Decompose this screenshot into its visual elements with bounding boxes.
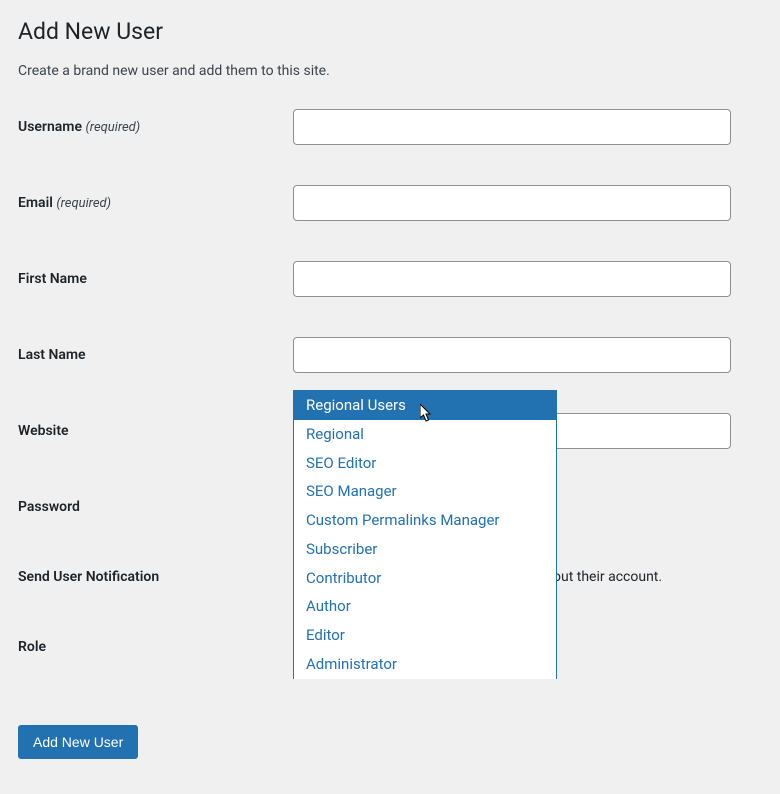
username-row: Username (required) [18,109,762,145]
role-option[interactable]: Custom Permalinks Manager [294,506,556,535]
first-name-input[interactable] [293,261,731,297]
email-required: (required) [56,196,111,211]
role-option[interactable]: SEO Editor [294,449,556,478]
email-label-text: Email [18,195,53,211]
add-new-user-button[interactable]: Add New User [18,725,138,759]
password-label: Password [18,499,293,515]
role-option[interactable]: Author [294,592,556,621]
role-label: Role [18,639,293,655]
notification-trailing-text: out their account. [553,569,662,585]
role-option[interactable]: Regional [294,420,556,449]
last-name-label: Last Name [18,347,293,363]
last-name-row: Last Name [18,337,762,373]
username-label: Username (required) [18,119,293,135]
notification-label: Send User Notification [18,569,293,585]
role-option[interactable]: SEO Manager [294,477,556,506]
page-title: Add New User [18,18,762,45]
first-name-label: First Name [18,271,293,287]
page-subtitle: Create a brand new user and add them to … [18,63,762,79]
email-label: Email (required) [18,195,293,211]
email-row: Email (required) [18,185,762,221]
username-input[interactable] [293,109,731,145]
website-label: Website [18,423,293,439]
role-dropdown[interactable]: Regional UsersRegionalSEO EditorSEO Mana… [293,390,557,679]
email-input[interactable] [293,185,731,221]
role-option[interactable]: Contributor [294,564,556,593]
username-label-text: Username [18,119,82,135]
first-name-row: First Name [18,261,762,297]
role-option[interactable]: Administrator [294,650,556,679]
last-name-input[interactable] [293,337,731,373]
role-option[interactable]: Subscriber [294,535,556,564]
role-option[interactable]: Editor [294,621,556,650]
username-required: (required) [85,120,140,135]
role-option[interactable]: Regional Users [294,391,556,420]
